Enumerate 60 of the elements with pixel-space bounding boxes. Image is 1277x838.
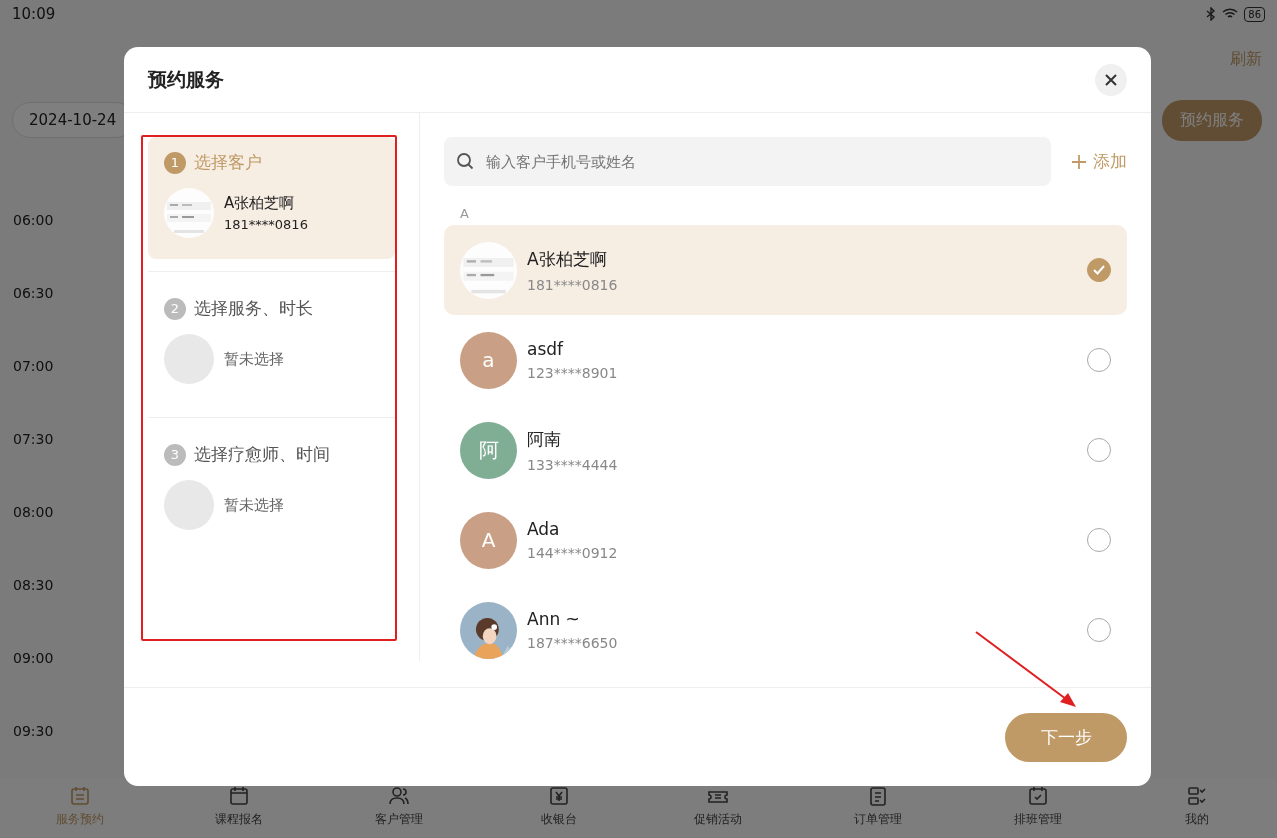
battery-level: 86 — [1244, 6, 1265, 22]
time-label: 08:30 — [13, 577, 54, 595]
customer-name: A张柏芝啊 — [527, 247, 608, 271]
plus-icon — [1071, 153, 1087, 170]
nav-tab[interactable]: 我的 — [1117, 778, 1277, 838]
time-label: 07:00 — [13, 358, 54, 376]
close-icon — [1104, 72, 1118, 87]
nav-tab[interactable]: 订单管理 — [798, 778, 958, 838]
customer-phone: 181****0816 — [527, 276, 619, 293]
step-number: 2 — [164, 297, 186, 320]
empty-hint: 暂未选择 — [224, 495, 284, 515]
customer-name: 阿南 — [527, 427, 562, 451]
time-label: 07:30 — [13, 431, 54, 449]
customer-phone: 181****0816 — [224, 217, 308, 232]
step-title: 选择服务、时长 — [194, 297, 313, 320]
add-button[interactable]: 添加 — [1071, 150, 1127, 173]
time-label: 09:30 — [13, 723, 54, 741]
nav-tab[interactable]: 服务预约 — [0, 778, 160, 838]
step-card[interactable]: 1 选择客户 A张柏芝啊 181****0816 — [148, 137, 395, 259]
nav-tab[interactable]: 排班管理 — [957, 778, 1118, 838]
step-title: 选择疗愈师、时间 — [194, 443, 330, 466]
step-number: 1 — [164, 151, 186, 174]
customer-row[interactable]: 阿 阿南 133****4444 — [444, 405, 1127, 495]
avatar: 阿 — [460, 421, 517, 479]
clock-time: 10:09 — [12, 5, 56, 23]
customer-phone: 123****8901 — [527, 365, 619, 381]
nav-tab[interactable]: 课程报名 — [159, 778, 320, 838]
time-label: 08:00 — [13, 504, 54, 522]
close-button[interactable] — [1095, 63, 1127, 96]
section-letter: A — [460, 206, 470, 221]
customer-name: A张柏芝啊 — [224, 194, 296, 213]
customer-row[interactable]: A Ada 144****0912 — [444, 495, 1127, 585]
nav-tab[interactable]: 促销活动 — [638, 778, 799, 838]
customer-name: asdf — [527, 339, 565, 359]
customer-phone: 133****4444 — [527, 456, 619, 473]
book-service-button[interactable]: 预约服务 — [1162, 99, 1262, 141]
time-label: 06:30 — [13, 285, 54, 303]
wifi-icon — [1222, 8, 1239, 20]
nav-tab[interactable]: 收银台 — [478, 778, 639, 838]
customer-phone: 144****0912 — [527, 545, 619, 561]
search-field[interactable]: 输入客户手机号或姓名 — [444, 137, 1051, 186]
check-icon — [1093, 265, 1105, 275]
avatar: a — [460, 331, 517, 389]
bluetooth-icon — [1206, 7, 1217, 21]
customer-name: Ann ~ — [527, 609, 581, 629]
time-label: 06:00 — [13, 212, 54, 230]
customer-phone: 187****6650 — [527, 635, 619, 651]
customer-name: Ada — [527, 519, 561, 539]
next-button[interactable]: 下一步 — [1005, 712, 1127, 762]
radio-button[interactable] — [1087, 258, 1111, 282]
dialog-title: 预约服务 — [148, 66, 224, 92]
customer-row[interactable]: a asdf 123****8901 — [444, 315, 1127, 405]
empty-hint: 暂未选择 — [224, 349, 284, 369]
avatar: A — [460, 511, 517, 569]
customer-row[interactable]: Ann ~ 187****6650 — [444, 585, 1127, 675]
step-title: 选择客户 — [194, 151, 262, 174]
customer-row[interactable]: A张柏芝啊 181****0816 — [444, 225, 1127, 315]
time-label: 09:00 — [13, 650, 54, 668]
step-number: 3 — [164, 443, 186, 466]
nav-tab[interactable]: 客户管理 — [319, 778, 479, 838]
